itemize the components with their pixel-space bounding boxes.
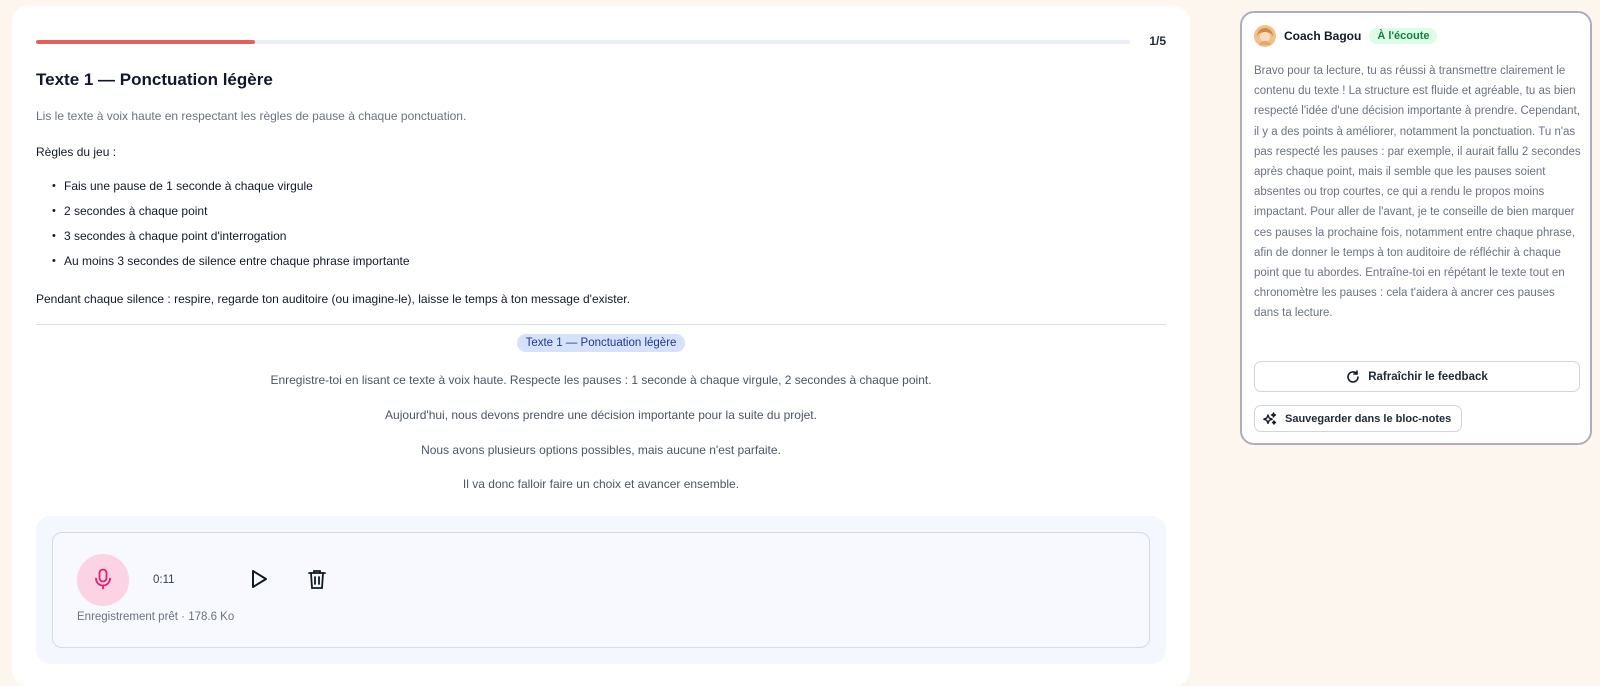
text-line: Aujourd'hui, nous devons prendre une déc… <box>385 408 817 422</box>
save-to-notes-button[interactable]: Sauvegarder dans le bloc-notes <box>1254 405 1463 432</box>
progress-fill <box>36 40 255 44</box>
text-title-pill: Texte 1 — Ponctuation légère <box>516 334 686 352</box>
refresh-feedback-label: Rafraîchir le feedback <box>1368 370 1488 383</box>
silence-note: Pendant chaque silence : respire, regard… <box>36 292 630 306</box>
rule-item: Au moins 3 secondes de silence entre cha… <box>52 249 410 274</box>
rule-item: 2 secondes à chaque point <box>52 199 410 224</box>
record-button[interactable] <box>77 554 129 606</box>
recording-timer: 0:11 <box>153 574 175 586</box>
recorder: 0:11 Enregistrement prêt · 178.6 Ko <box>52 532 1150 648</box>
divider <box>36 324 1166 325</box>
recorder-panel: 0:11 Enregistrement prêt · 178.6 Ko <box>36 516 1166 664</box>
text-instruction: Enregistre-toi en lisant ce texte à voix… <box>270 373 932 387</box>
text-pill-row: Texte 1 — Ponctuation légère <box>36 334 1166 352</box>
progress-bar <box>36 40 1130 44</box>
sparkles-icon <box>1263 411 1277 426</box>
coach-name: Coach Bagou <box>1284 29 1362 43</box>
rules-heading: Règles du jeu : <box>36 145 117 159</box>
recording-status: Enregistrement prêt · 178.6 Ko <box>77 611 235 623</box>
trash-icon <box>307 568 327 593</box>
play-icon <box>249 568 269 593</box>
rules-list: Fais une pause de 1 seconde à chaque vir… <box>52 174 410 274</box>
coach-panel: Coach Bagou À l'écoute Bravo pour ta lec… <box>1240 11 1592 445</box>
exercise-instruction: Lis le texte à voix haute en respectant … <box>36 109 467 123</box>
save-to-notes-label: Sauvegarder dans le bloc-notes <box>1285 412 1452 425</box>
delete-recording-button[interactable] <box>305 567 329 593</box>
rule-item: Fais une pause de 1 seconde à chaque vir… <box>52 174 410 199</box>
text-line: Il va donc falloir faire un choix et ava… <box>462 477 740 491</box>
progress-row: 1/5 <box>36 34 1166 50</box>
progress-count: 1/5 <box>1149 34 1166 48</box>
refresh-feedback-button[interactable]: Rafraîchir le feedback <box>1254 361 1580 392</box>
microphone-icon <box>93 568 113 593</box>
avatar <box>1254 25 1276 47</box>
text-line: Nous avons plusieurs options possibles, … <box>421 443 781 457</box>
rule-item: 3 secondes à chaque point d'interrogatio… <box>52 224 410 249</box>
coach-header: Coach Bagou À l'écoute <box>1254 25 1438 47</box>
status-badge: À l'écoute <box>1369 28 1438 44</box>
exercise-card: 1/5 Texte 1 — Ponctuation légère Lis le … <box>12 6 1190 686</box>
refresh-icon <box>1346 369 1360 384</box>
exercise-title: Texte 1 — Ponctuation légère <box>36 70 273 89</box>
coach-feedback: Bravo pour ta lecture, tu as réussi à tr… <box>1254 65 1581 320</box>
play-button[interactable] <box>247 567 271 593</box>
